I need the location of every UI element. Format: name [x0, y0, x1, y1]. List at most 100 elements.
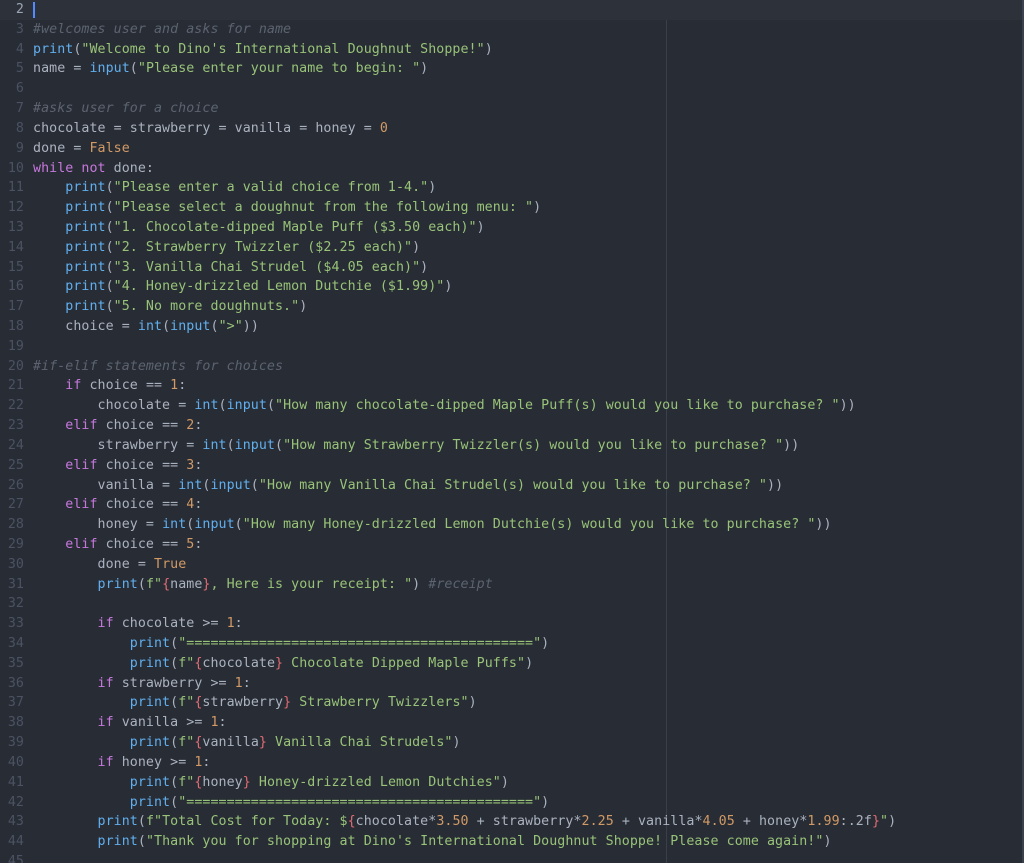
- token-fn: print: [33, 42, 73, 57]
- code-editor[interactable]: 23#welcomes user and asks for name4print…: [0, 0, 1024, 863]
- code-line[interactable]: 36 if strawberry >= 1:: [0, 674, 1024, 694]
- token-punc: (: [251, 478, 259, 493]
- token-var: done: [114, 161, 146, 176]
- code-line[interactable]: 11 print("Please enter a valid choice fr…: [0, 178, 1024, 198]
- token-var: strawberry: [33, 438, 186, 453]
- code-line[interactable]: 2: [0, 0, 1024, 20]
- token-var: choice: [106, 418, 162, 433]
- token-punc: (: [106, 220, 114, 235]
- token-punc: :: [146, 161, 154, 176]
- token-punc: :: [194, 537, 202, 552]
- code-line[interactable]: 22 chocolate = int(input("How many choco…: [0, 396, 1024, 416]
- code-line-text: print("Please select a doughnut from the…: [33, 198, 541, 218]
- token-op: ==: [162, 497, 186, 512]
- code-line[interactable]: 31 print(f"{name}, Here is your receipt:…: [0, 575, 1024, 595]
- code-line[interactable]: 5name = input("Please enter your name to…: [0, 59, 1024, 79]
- code-line[interactable]: 33 if chocolate >= 1:: [0, 614, 1024, 634]
- token-punc: ): [541, 795, 549, 810]
- token-str: f"Total Cost for Today: $: [146, 814, 348, 829]
- code-line[interactable]: 40 if honey >= 1:: [0, 753, 1024, 773]
- token-str: "Please enter a valid choice from 1-4.": [114, 180, 429, 195]
- code-line-text: print("4. Honey-drizzled Lemon Dutchie (…: [33, 277, 452, 297]
- code-line[interactable]: 29 elif choice == 5:: [0, 535, 1024, 555]
- token-var: chocolate: [33, 121, 114, 136]
- token-brace: {: [162, 577, 170, 592]
- code-line[interactable]: 4print("Welcome to Dino's International …: [0, 40, 1024, 60]
- code-line[interactable]: 34 print("==============================…: [0, 634, 1024, 654]
- token-punc: (: [170, 656, 178, 671]
- code-line[interactable]: 35 print(f"{chocolate} Chocolate Dipped …: [0, 654, 1024, 674]
- token-num: 1: [210, 715, 218, 730]
- token-fn: print: [65, 200, 105, 215]
- token-op: ==: [162, 537, 186, 552]
- code-line[interactable]: 38 if vanilla >= 1:: [0, 713, 1024, 733]
- code-line-text: vanilla = int(input("How many Vanilla Ch…: [33, 476, 783, 496]
- code-lines-container[interactable]: 23#welcomes user and asks for name4print…: [0, 0, 1024, 863]
- token-op: =: [146, 517, 162, 532]
- token-var: strawberry: [122, 676, 211, 691]
- token-kw: elif: [65, 418, 105, 433]
- token-var: [33, 279, 65, 294]
- token-var: [33, 299, 65, 314]
- code-line[interactable]: 6: [0, 79, 1024, 99]
- code-line[interactable]: 10while not done:: [0, 159, 1024, 179]
- code-line-text: print(f"{honey} Honey-drizzled Lemon Dut…: [33, 773, 509, 793]
- code-line[interactable]: 30 done = True: [0, 555, 1024, 575]
- code-line[interactable]: 20 #if-elif statements for choices: [0, 357, 1024, 377]
- code-line[interactable]: 18 choice = int(input(">")): [0, 317, 1024, 337]
- code-line[interactable]: 19: [0, 337, 1024, 357]
- code-line[interactable]: 14 print("2. Strawberry Twizzler ($2.25 …: [0, 238, 1024, 258]
- line-number: 32: [0, 594, 24, 614]
- token-num: 3.50: [436, 814, 468, 829]
- token-punc: )): [815, 517, 831, 532]
- code-line[interactable]: 27 elif choice == 4:: [0, 495, 1024, 515]
- code-line[interactable]: 25 elif choice == 3:: [0, 456, 1024, 476]
- token-cmt: #if-elif statements for choices: [33, 359, 283, 374]
- token-fn: input: [170, 319, 210, 334]
- token-punc: ): [525, 656, 533, 671]
- code-line[interactable]: 45: [0, 852, 1024, 863]
- code-line[interactable]: 17 print("5. No more doughnuts."): [0, 297, 1024, 317]
- code-line[interactable]: 23 elif choice == 2:: [0, 416, 1024, 436]
- code-line[interactable]: 42 print("==============================…: [0, 793, 1024, 813]
- token-punc: ): [412, 577, 428, 592]
- code-line[interactable]: 9done = False: [0, 139, 1024, 159]
- token-punc: (: [227, 438, 235, 453]
- token-punc: )): [243, 319, 259, 334]
- token-kw: if: [65, 378, 89, 393]
- code-line[interactable]: 26 vanilla = int(input("How many Vanilla…: [0, 476, 1024, 496]
- code-line[interactable]: 7#asks user for a choice: [0, 99, 1024, 119]
- code-line[interactable]: 13 print("1. Chocolate-dipped Maple Puff…: [0, 218, 1024, 238]
- token-fn: print: [130, 775, 170, 790]
- code-line[interactable]: 39 print(f"{vanilla} Vanilla Chai Strude…: [0, 733, 1024, 753]
- code-line[interactable]: 44 print("Thank you for shopping at Dino…: [0, 832, 1024, 852]
- code-line[interactable]: 3#welcomes user and asks for name: [0, 20, 1024, 40]
- code-line[interactable]: 37 print(f"{strawberry} Strawberry Twizz…: [0, 693, 1024, 713]
- token-punc: :: [243, 676, 251, 691]
- token-kw: elif: [65, 497, 105, 512]
- token-punc: (: [138, 834, 146, 849]
- code-line[interactable]: 41 print(f"{honey} Honey-drizzled Lemon …: [0, 773, 1024, 793]
- code-line-text: #if-elif statements for choices: [33, 357, 283, 377]
- token-var: honey: [315, 121, 363, 136]
- code-line[interactable]: 43 print(f"Total Cost for Today: ${choco…: [0, 812, 1024, 832]
- token-punc: ): [299, 299, 307, 314]
- code-line[interactable]: 28 honey = int(input("How many Honey-dri…: [0, 515, 1024, 535]
- code-line[interactable]: 12 print("Please select a doughnut from …: [0, 198, 1024, 218]
- token-num: 1: [227, 616, 235, 631]
- code-line[interactable]: 24 strawberry = int(input("How many Stra…: [0, 436, 1024, 456]
- token-op: =: [122, 319, 138, 334]
- code-line[interactable]: 32: [0, 594, 1024, 614]
- token-var: [33, 577, 98, 592]
- token-fn: print: [65, 299, 105, 314]
- code-line[interactable]: 8chocolate = strawberry = vanilla = hone…: [0, 119, 1024, 139]
- line-number: 20: [0, 357, 24, 377]
- code-line[interactable]: 15 print("3. Vanilla Chai Strudel ($4.05…: [0, 258, 1024, 278]
- code-line-text: if honey >= 1:: [33, 753, 211, 773]
- token-punc: ): [533, 200, 541, 215]
- token-num: 1: [235, 676, 243, 691]
- code-line[interactable]: 21 if choice == 1:: [0, 376, 1024, 396]
- code-line[interactable]: 16 print("4. Honey-drizzled Lemon Dutchi…: [0, 277, 1024, 297]
- token-brace: }: [275, 656, 283, 671]
- line-number: 36: [0, 674, 24, 694]
